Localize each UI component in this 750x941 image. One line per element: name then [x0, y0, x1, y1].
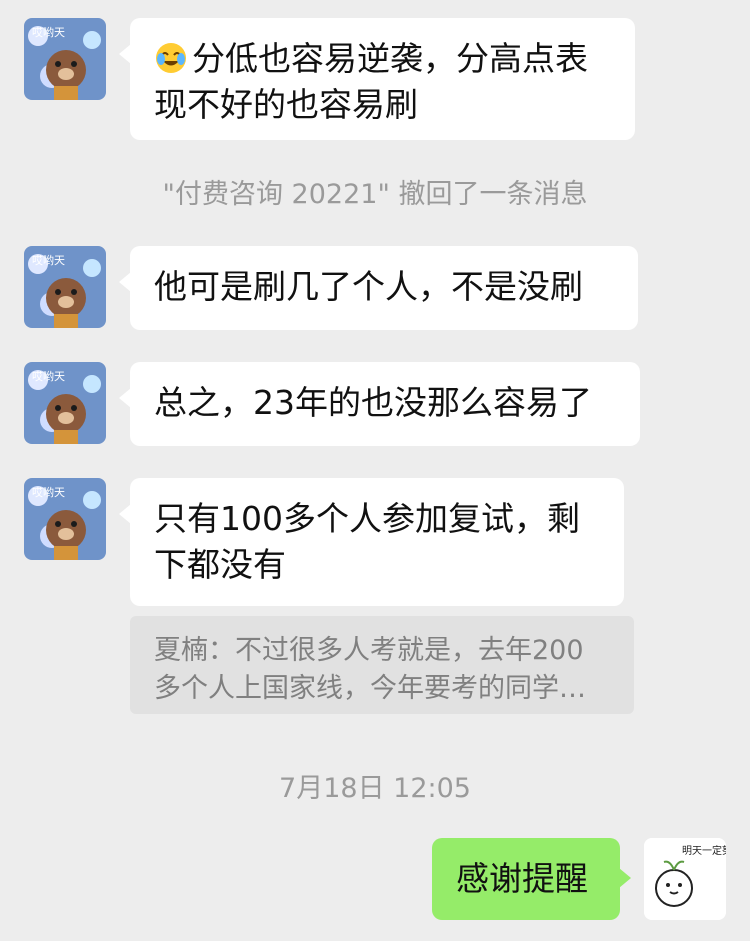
- message-text: 分低也容易逆袭，分高点表现不好的也容易刷: [154, 39, 588, 124]
- chat-window: 哎哟天 分低也容易逆袭，分高点表现不好的也容易刷 "付费咨询 20221" 撤回…: [0, 0, 750, 941]
- bear-avatar-icon: 哎哟天: [24, 362, 106, 444]
- sticker-avatar-icon: 明天一定努力学习!!!: [644, 838, 726, 920]
- message-text: 只有100多个人参加复试，剩下都没有: [154, 499, 580, 584]
- message-bubble[interactable]: 分低也容易逆袭，分高点表现不好的也容易刷: [119, 18, 635, 140]
- quoted-message[interactable]: 夏楠：不过很多人考就是，去年200 多个人上国家线，今年要考的同学…: [130, 616, 634, 714]
- avatar-badge: 哎哟天: [32, 254, 65, 267]
- avatar-badge: 哎哟天: [32, 26, 65, 39]
- timestamp: 7月18日 12:05: [279, 773, 471, 804]
- message-bubble[interactable]: 只有100多个人参加复试，剩下都没有: [119, 478, 624, 606]
- sender-avatar[interactable]: 哎哟天: [24, 478, 106, 560]
- message-bubble[interactable]: 总之，23年的也没那么容易了: [119, 362, 640, 446]
- bear-avatar-icon: 哎哟天: [24, 478, 106, 560]
- quote-line-2: 多个人上国家线，今年要考的同学…: [154, 673, 586, 704]
- message-bubble[interactable]: 他可是刷几了个人，不是没刷: [119, 246, 638, 330]
- avatar-badge: 哎哟天: [32, 486, 65, 499]
- sender-avatar[interactable]: 哎哟天: [24, 246, 106, 328]
- message-text: 总之，23年的也没那么容易了: [154, 383, 592, 422]
- crying-laughing-emoji-icon: [154, 41, 188, 75]
- sender-avatar[interactable]: 哎哟天: [24, 18, 106, 100]
- self-avatar[interactable]: 明天一定努力学习!!!: [644, 838, 726, 920]
- quote-line-1: 夏楠：不过很多人考就是，去年200: [154, 635, 584, 666]
- message-bubble-self[interactable]: 感谢提醒: [432, 838, 631, 920]
- bear-avatar-icon: 哎哟天: [24, 246, 106, 328]
- avatar-caption: 明天一定努力学习!!!: [682, 844, 726, 857]
- recall-notice: "付费咨询 20221" 撤回了一条消息: [162, 179, 588, 210]
- message-text: 他可是刷几了个人，不是没刷: [154, 267, 583, 306]
- avatar-badge: 哎哟天: [32, 370, 65, 383]
- bear-avatar-icon: 哎哟天: [24, 18, 106, 100]
- sender-avatar[interactable]: 哎哟天: [24, 362, 106, 444]
- message-text: 感谢提醒: [456, 859, 588, 898]
